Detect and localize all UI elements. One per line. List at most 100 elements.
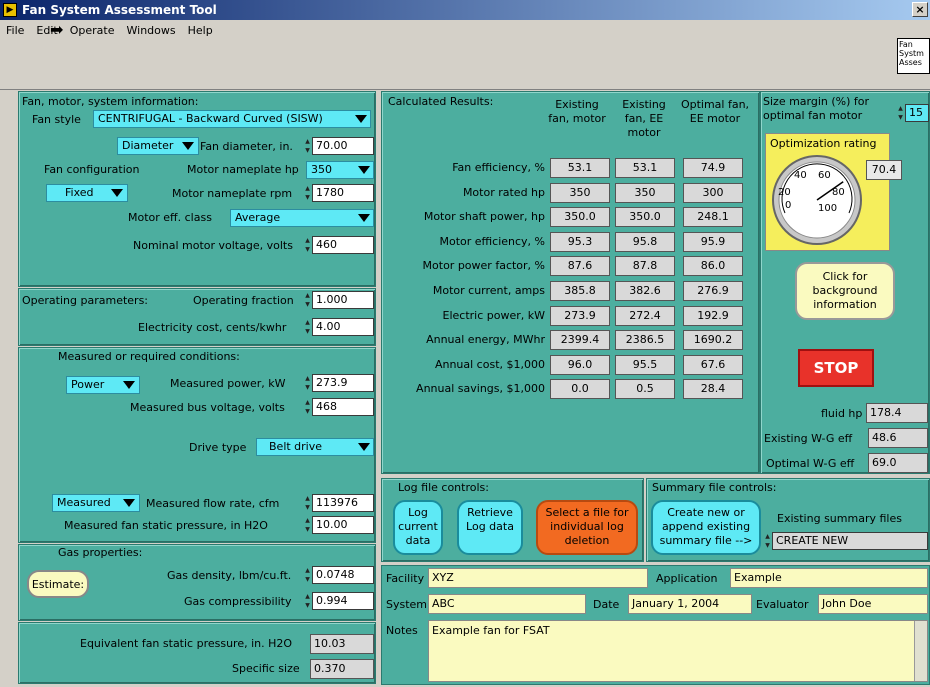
fan-style-dropdown[interactable]: CENTRIFUGAL - Backward Curved (SISW) xyxy=(93,110,371,128)
density-input[interactable]: 0.0748 xyxy=(312,566,374,584)
motor-hp-label: Motor nameplate hp xyxy=(187,163,299,176)
eff-class-dropdown[interactable]: Average xyxy=(230,209,374,227)
result-value: 248.1 xyxy=(683,207,743,228)
flow-input[interactable]: 113976 xyxy=(312,494,374,512)
background-info-button[interactable]: Click for background information xyxy=(795,262,895,320)
opt-label: Optimization rating xyxy=(770,137,877,150)
motor-hp-dropdown[interactable]: 350 xyxy=(306,161,374,179)
chevron-down-icon xyxy=(355,115,367,123)
measured-header: Measured or required conditions: xyxy=(58,350,240,363)
chevron-down-icon xyxy=(358,214,370,222)
chevron-down-icon xyxy=(358,166,370,174)
menu-file[interactable]: File xyxy=(6,20,24,42)
estimate-button[interactable]: Estimate: xyxy=(27,570,89,598)
diameter-mode-dropdown[interactable]: Diameter xyxy=(117,137,199,155)
result-value: 74.9 xyxy=(683,158,743,178)
spinner-icon[interactable]: ▲ ▼ xyxy=(304,184,311,202)
bus-input[interactable]: 468 xyxy=(312,398,374,416)
static-input[interactable]: 10.00 xyxy=(312,516,374,534)
facility-input[interactable]: XYZ xyxy=(428,568,648,588)
fraction-label: Operating fraction xyxy=(193,294,294,307)
size-value: 0.370 xyxy=(310,659,374,679)
chevron-down-icon xyxy=(123,381,135,389)
spinner-icon[interactable]: ▲ ▼ xyxy=(764,532,771,550)
fan-diameter-input[interactable]: 70.00 xyxy=(312,137,374,155)
vi-icon: Fan Systm Asses xyxy=(897,38,930,74)
notes-textarea[interactable]: Example fan for FSAT xyxy=(428,620,928,682)
result-value: 192.9 xyxy=(683,305,743,326)
result-value: 0.5 xyxy=(615,379,675,400)
result-value: 300 xyxy=(683,182,743,203)
menu-help[interactable]: Help xyxy=(188,20,213,42)
spinner-icon[interactable]: ▲ ▼ xyxy=(304,494,311,512)
spinner-icon[interactable]: ▲ ▼ xyxy=(897,104,904,122)
chevron-down-icon xyxy=(111,189,123,197)
gauge-tick-label: 100 xyxy=(818,203,837,214)
cost-input[interactable]: 4.00 xyxy=(312,318,374,336)
fluid-hp-value: 178.4 xyxy=(866,403,928,423)
chevron-down-icon xyxy=(123,499,135,507)
flow-mode-dropdown[interactable]: Measured xyxy=(52,494,140,512)
compress-input[interactable]: 0.994 xyxy=(312,592,374,610)
run-arrow-icon[interactable]: ➡ xyxy=(50,20,63,39)
existing-summary-label: Existing summary files xyxy=(777,512,902,525)
application-input[interactable]: Example xyxy=(730,568,928,588)
create-summary-button[interactable]: Create new or append existing summary fi… xyxy=(651,500,761,555)
fan-style-label: Fan style xyxy=(32,113,81,126)
notes-label: Notes xyxy=(386,624,418,637)
col-existing-ee: Existing fan, EE motor xyxy=(622,98,666,139)
system-input[interactable]: ABC xyxy=(428,594,586,614)
spinner-icon[interactable]: ▲ ▼ xyxy=(304,516,311,534)
spinner-icon[interactable]: ▲ ▼ xyxy=(304,137,311,155)
date-input[interactable]: January 1, 2004 xyxy=(628,594,752,614)
evaluator-input[interactable]: John Doe xyxy=(818,594,928,614)
notes-scrollbar[interactable] xyxy=(914,621,927,681)
gauge-tick-label: 60 xyxy=(818,170,831,181)
motor-rpm-input[interactable]: 1780 xyxy=(312,184,374,202)
optimal-wg-label: Optimal W-G eff xyxy=(766,457,855,470)
drive-dropdown[interactable]: Belt drive xyxy=(256,438,374,456)
result-value: 95.5 xyxy=(615,354,675,375)
facility-label: Facility xyxy=(386,572,425,585)
result-row-label: Motor current, amps xyxy=(432,284,545,297)
power-label: Measured power, kW xyxy=(170,377,286,390)
result-row-label: Annual savings, $1,000 xyxy=(416,382,545,396)
menu-windows[interactable]: Windows xyxy=(127,20,176,42)
spinner-icon[interactable]: ▲ ▼ xyxy=(304,318,311,336)
existing-summary-input[interactable]: CREATE NEW xyxy=(772,532,928,550)
fraction-input[interactable]: 1.000 xyxy=(312,291,374,309)
fluid-hp-label: fluid hp xyxy=(821,407,863,420)
window-title: Fan System Assessment Tool xyxy=(22,3,217,17)
result-value: 2399.4 xyxy=(550,330,610,351)
opt-value: 70.4 xyxy=(866,160,902,180)
spinner-icon[interactable]: ▲ ▼ xyxy=(304,291,311,309)
equiv-static-value: 10.03 xyxy=(310,634,374,654)
result-row-label: Annual cost, $1,000 xyxy=(434,357,545,371)
result-row-label: Annual energy, MWhr xyxy=(426,333,545,347)
select-file-button[interactable]: Select a file for individual log deletio… xyxy=(536,500,638,555)
spinner-icon[interactable]: ▲ ▼ xyxy=(304,566,311,584)
fan-config-dropdown[interactable]: Fixed xyxy=(46,184,128,202)
spinner-icon[interactable]: ▲ ▼ xyxy=(304,374,311,392)
date-label: Date xyxy=(593,598,620,611)
voltage-input[interactable]: 460 xyxy=(312,236,374,254)
stop-button[interactable]: STOP xyxy=(798,349,874,387)
close-button[interactable]: × xyxy=(912,2,928,17)
gauge-tick-label: 0 xyxy=(785,200,791,211)
app-icon: ▶ xyxy=(3,3,17,17)
spinner-icon[interactable]: ▲ ▼ xyxy=(304,398,311,416)
result-value: 96.0 xyxy=(550,354,610,375)
power-input[interactable]: 273.9 xyxy=(312,374,374,392)
power-mode-dropdown[interactable]: Power xyxy=(66,376,140,394)
spinner-icon[interactable]: ▲ ▼ xyxy=(304,236,311,254)
menu-operate[interactable]: Operate xyxy=(70,20,115,42)
result-value: 350.0 xyxy=(550,207,610,228)
log-current-button[interactable]: Log current data xyxy=(393,500,443,555)
margin-input[interactable]: 15 xyxy=(905,104,929,122)
result-value: 28.4 xyxy=(683,379,743,400)
gas-header: Gas properties: xyxy=(58,546,143,559)
spinner-icon[interactable]: ▲ ▼ xyxy=(304,592,311,610)
result-value: 273.9 xyxy=(550,305,610,326)
optimal-wg-value: 69.0 xyxy=(868,453,928,473)
retrieve-log-button[interactable]: Retrieve Log data xyxy=(457,500,523,555)
